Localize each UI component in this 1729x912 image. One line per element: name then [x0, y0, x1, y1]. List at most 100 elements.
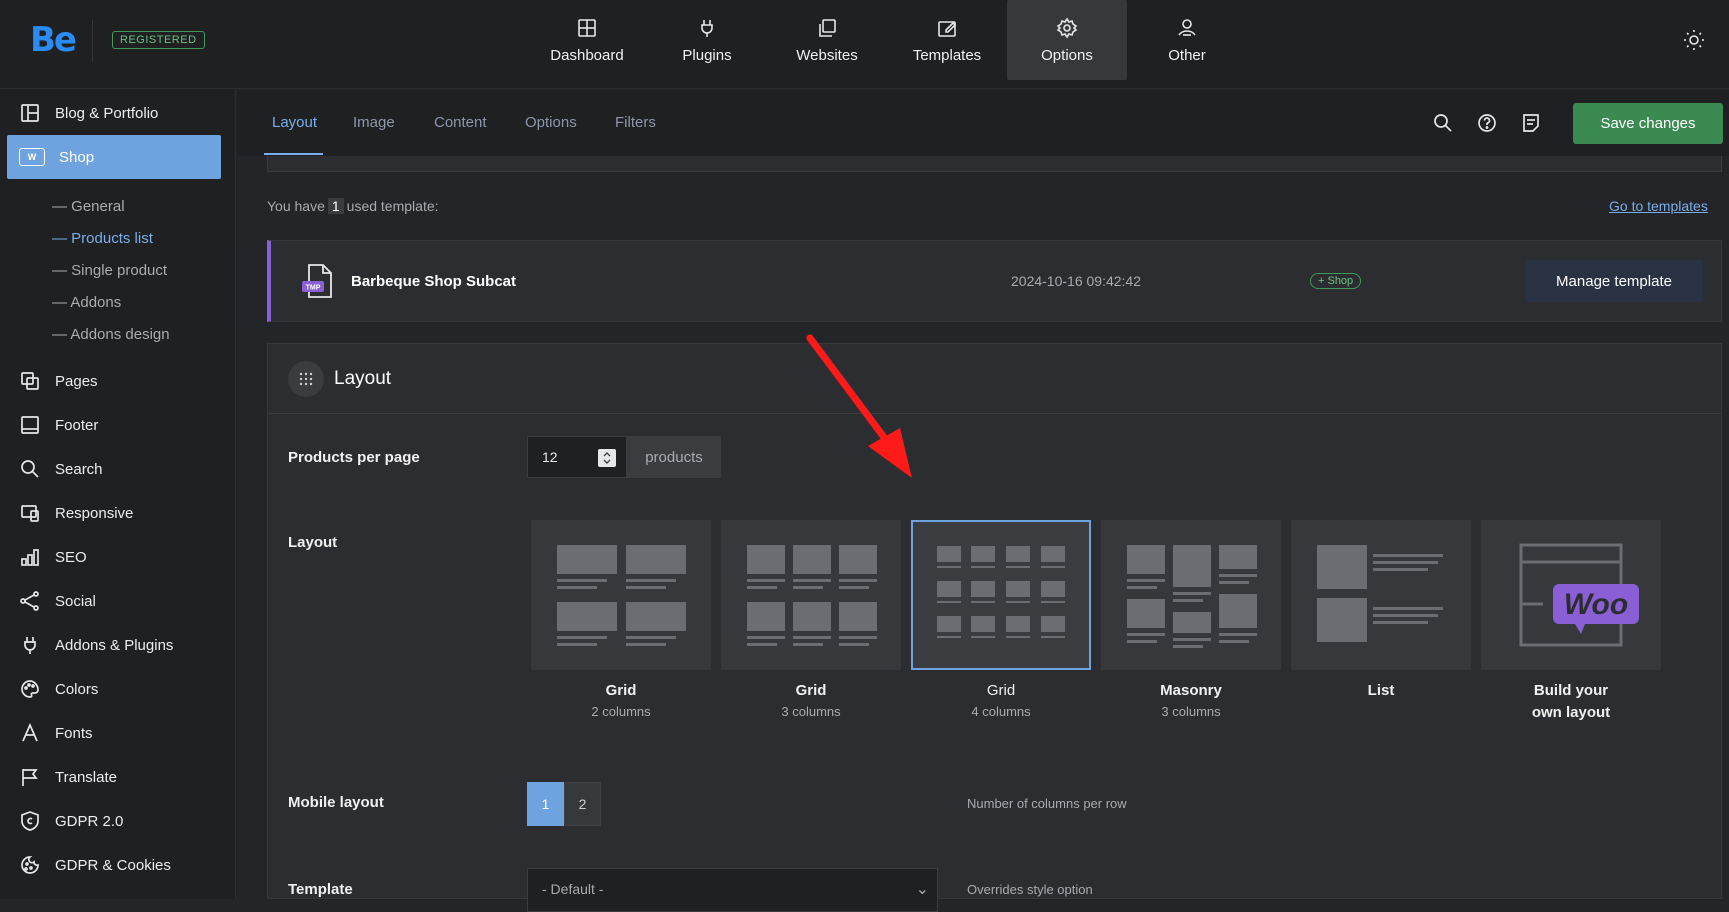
active-tab-indicator	[264, 153, 323, 155]
tab-content[interactable]: Content	[434, 114, 487, 131]
mobile-layout-option-2[interactable]: 2	[564, 782, 601, 826]
layout-option-grid-2[interactable]	[531, 520, 711, 670]
grid-3-columns-preview-icon	[747, 545, 877, 646]
topnav-other[interactable]: Other	[1127, 0, 1247, 80]
layout-option-list[interactable]	[1291, 520, 1471, 670]
sidebar-item-colors[interactable]: Colors	[7, 667, 221, 711]
app-logo[interactable]: Be	[30, 20, 77, 60]
woo-icon: W	[19, 148, 45, 166]
top-nav: Dashboard Plugins Websites Templates Opt…	[527, 0, 1247, 80]
sidebar-item-social[interactable]: Social	[7, 579, 221, 623]
sidebar-sub-products-list[interactable]: — Products list	[52, 230, 153, 247]
template-shop-badge: + Shop	[1310, 273, 1362, 289]
topnav-templates[interactable]: Templates	[887, 0, 1007, 80]
template-name: Barbeque Shop Subcat	[351, 273, 517, 290]
topnav-options[interactable]: Options	[1007, 0, 1127, 80]
search-icon	[1434, 114, 1452, 132]
layout-option-subtitle: 3 columns	[781, 704, 841, 719]
sidebar-item-label: GDPR & Cookies	[55, 856, 171, 874]
layout-panel-header: Layout	[268, 344, 1721, 414]
svg-text:Woo: Woo	[1564, 588, 1628, 621]
products-per-page-label: Products per page	[288, 449, 420, 466]
svg-text:TMP: TMP	[306, 285, 321, 292]
layout-option-title: Grid	[986, 682, 1016, 699]
sidebar-item-label: SEO	[55, 548, 87, 566]
footer-icon	[21, 416, 39, 434]
grid-dots-icon	[288, 361, 324, 397]
sidebar-item-label: Footer	[55, 416, 99, 434]
topnav-label: Templates	[912, 46, 982, 64]
palette-icon	[21, 680, 39, 698]
layout-option-masonry-3[interactable]	[1101, 520, 1281, 670]
sidebar-item-blog[interactable]: Blog & Portfolio	[7, 91, 221, 135]
tab-options[interactable]: Options	[525, 114, 577, 131]
sidebar-item-pages[interactable]: Pages	[7, 359, 221, 403]
masonry-preview-icon	[1127, 545, 1257, 648]
notes-icon	[1523, 114, 1539, 132]
template-select-value: - Default -	[542, 881, 604, 897]
sidebar-item-addons-plugins[interactable]: Addons & Plugins	[7, 623, 221, 667]
flag-icon	[22, 769, 38, 786]
top-bar: Be REGISTERED Dashboard Plugins Websites…	[0, 0, 1729, 89]
tab-filters[interactable]: Filters	[615, 114, 656, 131]
sidebar-item-responsive[interactable]: Responsive	[7, 491, 221, 535]
products-per-page-input[interactable]: 12	[527, 436, 627, 478]
template-select[interactable]: - Default - ⌄	[527, 868, 938, 912]
sidebar-sub-addons-design[interactable]: — Addons design	[52, 326, 170, 343]
sidebar-item-translate[interactable]: Translate	[7, 755, 221, 799]
tab-layout[interactable]: Layout	[272, 114, 317, 131]
sidebar-item-seo[interactable]: SEO	[7, 535, 221, 579]
products-per-page-value: 12	[542, 449, 558, 465]
sidebar-item-label: Pages	[55, 372, 98, 390]
mobile-layout-option-1[interactable]: 1	[527, 782, 564, 826]
topnav-label: Other	[1168, 46, 1206, 64]
notes-button[interactable]	[1520, 112, 1542, 134]
cookie-icon	[21, 856, 39, 874]
sidebar-item-label: Translate	[55, 768, 117, 786]
number-stepper[interactable]	[598, 449, 616, 467]
blog-icon	[21, 104, 39, 122]
sidebar-item-search[interactable]: Search	[7, 447, 221, 491]
font-icon	[22, 722, 38, 742]
sidebar-item-label: Fonts	[55, 724, 93, 742]
websites-icon	[819, 18, 836, 37]
manage-template-button[interactable]: Manage template	[1525, 260, 1703, 302]
other-icon	[1178, 18, 1196, 36]
save-button[interactable]: Save changes	[1573, 103, 1723, 144]
share-icon	[20, 591, 39, 611]
help-button[interactable]	[1476, 112, 1498, 134]
topnav-dashboard[interactable]: Dashboard	[527, 0, 647, 80]
sidebar-item-label: Shop	[59, 148, 95, 166]
topnav-label: Options	[1041, 46, 1093, 64]
search-button[interactable]	[1432, 112, 1454, 134]
sidebar-sub-single-product[interactable]: — Single product	[52, 262, 167, 279]
sidebar-item-fonts[interactable]: Fonts	[7, 711, 221, 755]
layout-option-build-own[interactable]: Woo	[1481, 520, 1661, 670]
sidebar-item-gdpr-cookies[interactable]: GDPR & Cookies	[7, 843, 221, 887]
sidebar-item-gdpr2[interactable]: GDPR 2.0	[7, 799, 221, 843]
sidebar-sub-addons[interactable]: — Addons	[52, 294, 121, 311]
template-card: TMP Barbeque Shop Subcat 2024-10-16 09:4…	[267, 240, 1722, 322]
layout-option-grid-4[interactable]	[911, 520, 1091, 670]
sidebar-item-label: Social	[55, 592, 96, 610]
sidebar-sub-general[interactable]: — General	[52, 198, 125, 215]
used-templates-text: You have 1 used template:	[267, 198, 439, 214]
topnav-label: Websites	[796, 46, 858, 64]
sidebar-item-footer[interactable]: Footer	[7, 403, 221, 447]
theme-toggle[interactable]	[1682, 28, 1706, 52]
topnav-plugins[interactable]: Plugins	[647, 0, 767, 80]
layout-option-title: Grid	[605, 682, 637, 699]
pages-icon	[21, 372, 39, 390]
responsive-icon	[21, 505, 39, 522]
topnav-websites[interactable]: Websites	[767, 0, 887, 80]
mobile-layout-label: Mobile layout	[288, 794, 384, 811]
logo-divider	[92, 20, 93, 62]
layout-option-grid-3[interactable]	[721, 520, 901, 670]
dashboard-icon	[578, 18, 596, 37]
go-to-templates-link[interactable]: Go to templates	[1609, 198, 1708, 214]
gear-icon	[1056, 17, 1078, 38]
sidebar-item-shop[interactable]: W Shop	[7, 135, 221, 179]
tab-image[interactable]: Image	[353, 114, 395, 131]
help-icon	[1478, 114, 1496, 132]
sidebar-item-label: Addons & Plugins	[55, 636, 174, 654]
